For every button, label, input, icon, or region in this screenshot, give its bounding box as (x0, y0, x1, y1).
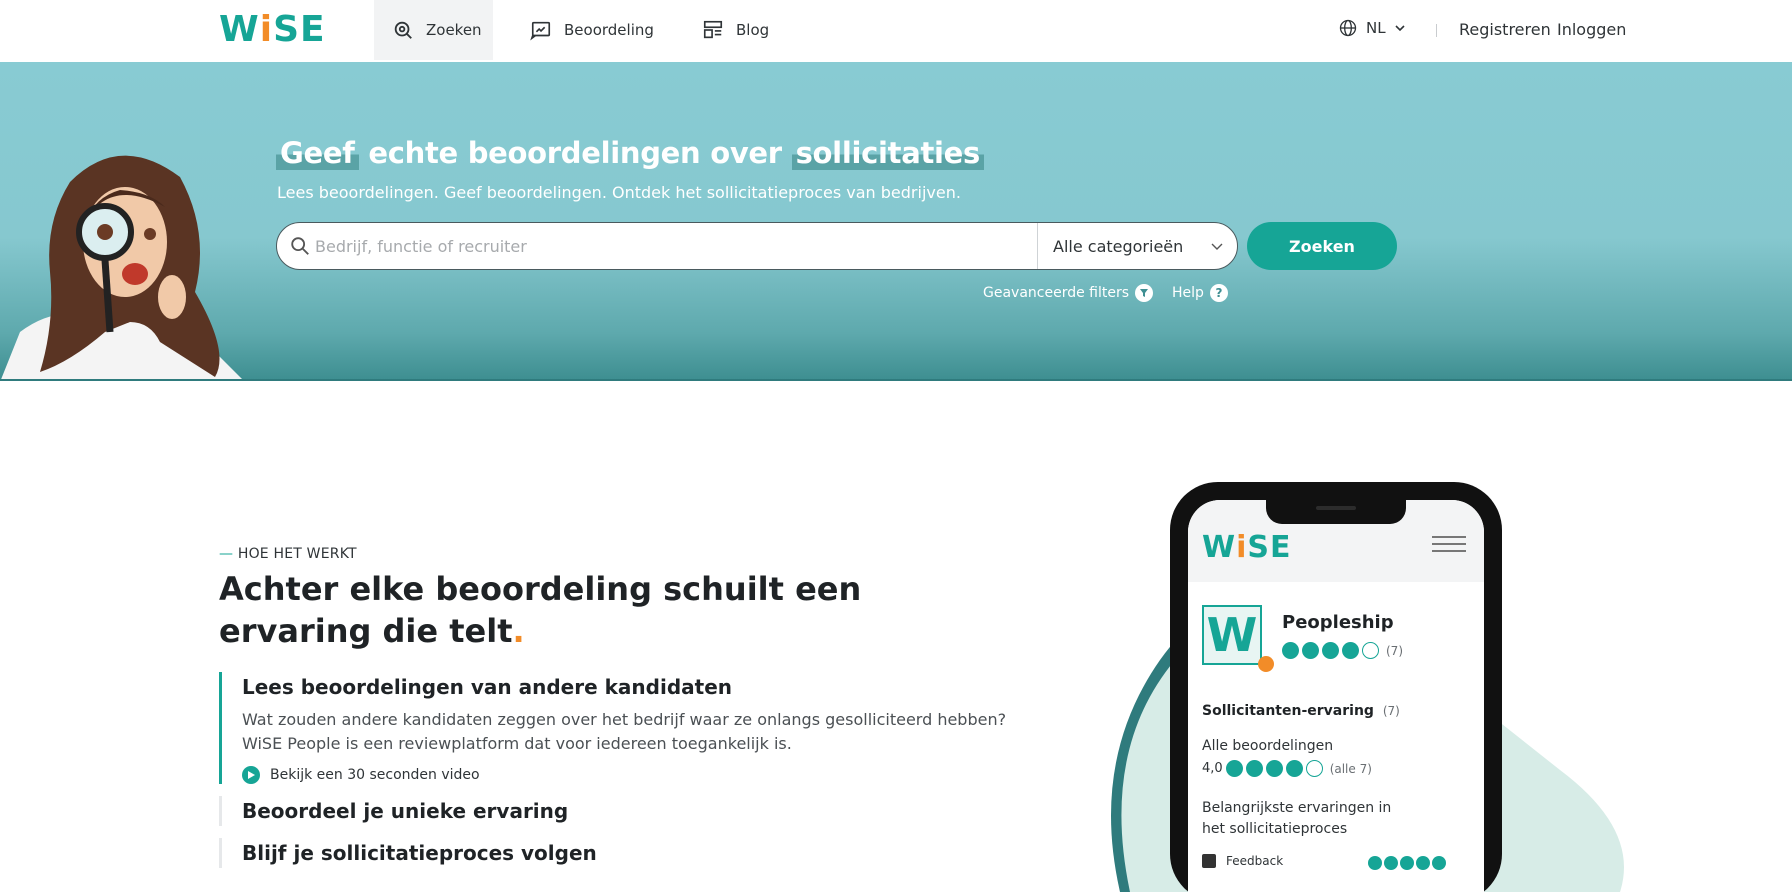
register-link[interactable]: Registreren (1459, 20, 1551, 39)
nav-zoeken[interactable]: Zoeken (374, 0, 493, 60)
section-title-text: Achter elke beoordeling schuilt een erva… (219, 570, 862, 650)
chevron-down-icon (1395, 25, 1405, 32)
all-count: (alle 7) (1329, 761, 1372, 776)
login-link[interactable]: Inloggen (1557, 20, 1626, 39)
filter-icon (1135, 284, 1154, 302)
wise-logo[interactable]: WiSE (219, 12, 326, 48)
step-read-reviews[interactable]: Lees beoordelingen van andere kandidaten… (219, 672, 1019, 784)
step-title: Lees beoordelingen van andere kandidaten (242, 675, 732, 699)
rating-dot-filled (1368, 856, 1382, 870)
woman-with-magnifier-illustration (0, 155, 244, 381)
applicant-experience-label: Sollicitanten-ervaring (7) (1202, 703, 1400, 719)
hero-title-highlight-2: sollicitaties (791, 136, 984, 170)
nav-beoordeling[interactable]: Beoordeling (530, 0, 654, 60)
rating-count: (7) (1386, 643, 1403, 658)
language-label: NL (1366, 19, 1386, 37)
company-logo: W (1202, 605, 1262, 665)
company-rating: (7) (1282, 642, 1403, 659)
rating-dot-filled (1416, 856, 1430, 870)
section-title-period: . (512, 612, 525, 650)
help-link[interactable]: Help ? (1172, 284, 1228, 302)
rating-dot-filled (1400, 856, 1414, 870)
phone-logo: WiSE (1202, 530, 1292, 565)
rating-dot-filled (1245, 760, 1263, 777)
question-icon: ? (1209, 284, 1228, 302)
nav-beoordeling-label: Beoordeling (564, 21, 654, 39)
hero-title: Geef echte beoordelingen over sollicitat… (276, 136, 984, 170)
blog-icon (703, 20, 723, 39)
video-link-label: Bekijk een 30 seconden video (270, 767, 480, 783)
play-icon (242, 766, 260, 784)
key-experiences-label: Belangrijkste ervaringen in het sollicit… (1202, 800, 1392, 837)
eyebrow-dash: — (219, 546, 234, 562)
step-rate-experience[interactable]: Beoordeel je unieke ervaring (219, 796, 1019, 826)
hero-bottom-line (0, 379, 1792, 381)
hero-banner: Geef echte beoordelingen over sollicitat… (0, 62, 1792, 381)
company-name: Peopleship (1282, 612, 1394, 633)
all-score: 4,0 (1202, 761, 1223, 776)
top-navigation: WiSE Zoeken Beoordeling Blog NL Registre… (0, 0, 1792, 62)
feedback-label: Feedback (1226, 854, 1284, 868)
all-reviews-rating: 4,0 (alle 7) (1202, 760, 1372, 777)
search-button[interactable]: Zoeken (1247, 222, 1397, 270)
rating-dot-filled (1265, 760, 1283, 777)
help-label: Help (1172, 285, 1204, 301)
category-select[interactable]: Alle categorieën (1037, 223, 1237, 269)
steps-list: Lees beoordelingen van andere kandidaten… (219, 672, 1019, 868)
step-follow-process[interactable]: Blijf je sollicitatieproces volgen (219, 838, 1019, 868)
rating-dot-filled (1432, 856, 1446, 870)
section-title: Achter elke beoordeling schuilt een erva… (219, 568, 979, 652)
rating-dot-filled (1322, 642, 1339, 659)
search-bar: Alle categorieën (276, 222, 1238, 270)
chevron-down-icon (1211, 243, 1223, 250)
search-icon (394, 21, 412, 39)
rating-dot-empty (1305, 760, 1323, 777)
review-icon (530, 21, 551, 41)
nav-zoeken-label: Zoeken (426, 21, 482, 39)
rating-dot-filled (1384, 856, 1398, 870)
rating-dot-filled (1342, 642, 1359, 659)
language-selector[interactable]: NL (1338, 18, 1406, 38)
hero-title-middle: echte beoordelingen over (368, 136, 782, 170)
search-input[interactable] (315, 223, 1035, 269)
step-title: Beoordeel je unieke ervaring (242, 799, 569, 823)
nav-blog-label: Blog (736, 21, 770, 39)
rating-dot-filled (1285, 760, 1303, 777)
globe-icon (1339, 19, 1357, 37)
hamburger-menu-icon (1432, 536, 1466, 554)
rating-dot-filled (1302, 642, 1319, 659)
rating-dot-filled (1282, 642, 1299, 659)
all-reviews-label: Alle beoordelingen (1202, 738, 1334, 754)
nav-blog[interactable]: Blog (702, 0, 769, 60)
video-link[interactable]: Bekijk een 30 seconden video (242, 766, 1019, 784)
feedback-icon (1202, 854, 1216, 868)
phone-mockup: WiSE W Peopleship (7) Sollicitanten-erva… (1170, 482, 1502, 892)
phone-screen: WiSE W Peopleship (7) Sollicitanten-erva… (1188, 500, 1484, 892)
step-body: Wat zouden andere kandidaten zeggen over… (242, 710, 1007, 753)
nav-divider (1436, 24, 1437, 37)
feedback-row: Feedback (1202, 854, 1283, 868)
section-eyebrow: — HOE HET WERKT (219, 546, 357, 562)
search-icon (291, 237, 309, 255)
advanced-filters-link[interactable]: Geavanceerde filters (983, 284, 1154, 302)
eyebrow-label: HOE HET WERKT (237, 546, 357, 562)
step-title: Blijf je sollicitatieproces volgen (242, 841, 597, 865)
advanced-filters-label: Geavanceerde filters (983, 285, 1130, 301)
rating-dot-filled (1225, 760, 1243, 777)
rating-dot-empty (1362, 642, 1379, 659)
category-selected-label: Alle categorieën (1053, 236, 1184, 256)
feedback-rating (1368, 856, 1446, 870)
hero-subtitle: Lees beoordelingen. Geef beoordelingen. … (277, 183, 961, 202)
verified-badge-icon (1258, 656, 1274, 672)
hero-title-highlight-1: Geef (276, 136, 359, 170)
phone-notch (1266, 500, 1406, 524)
